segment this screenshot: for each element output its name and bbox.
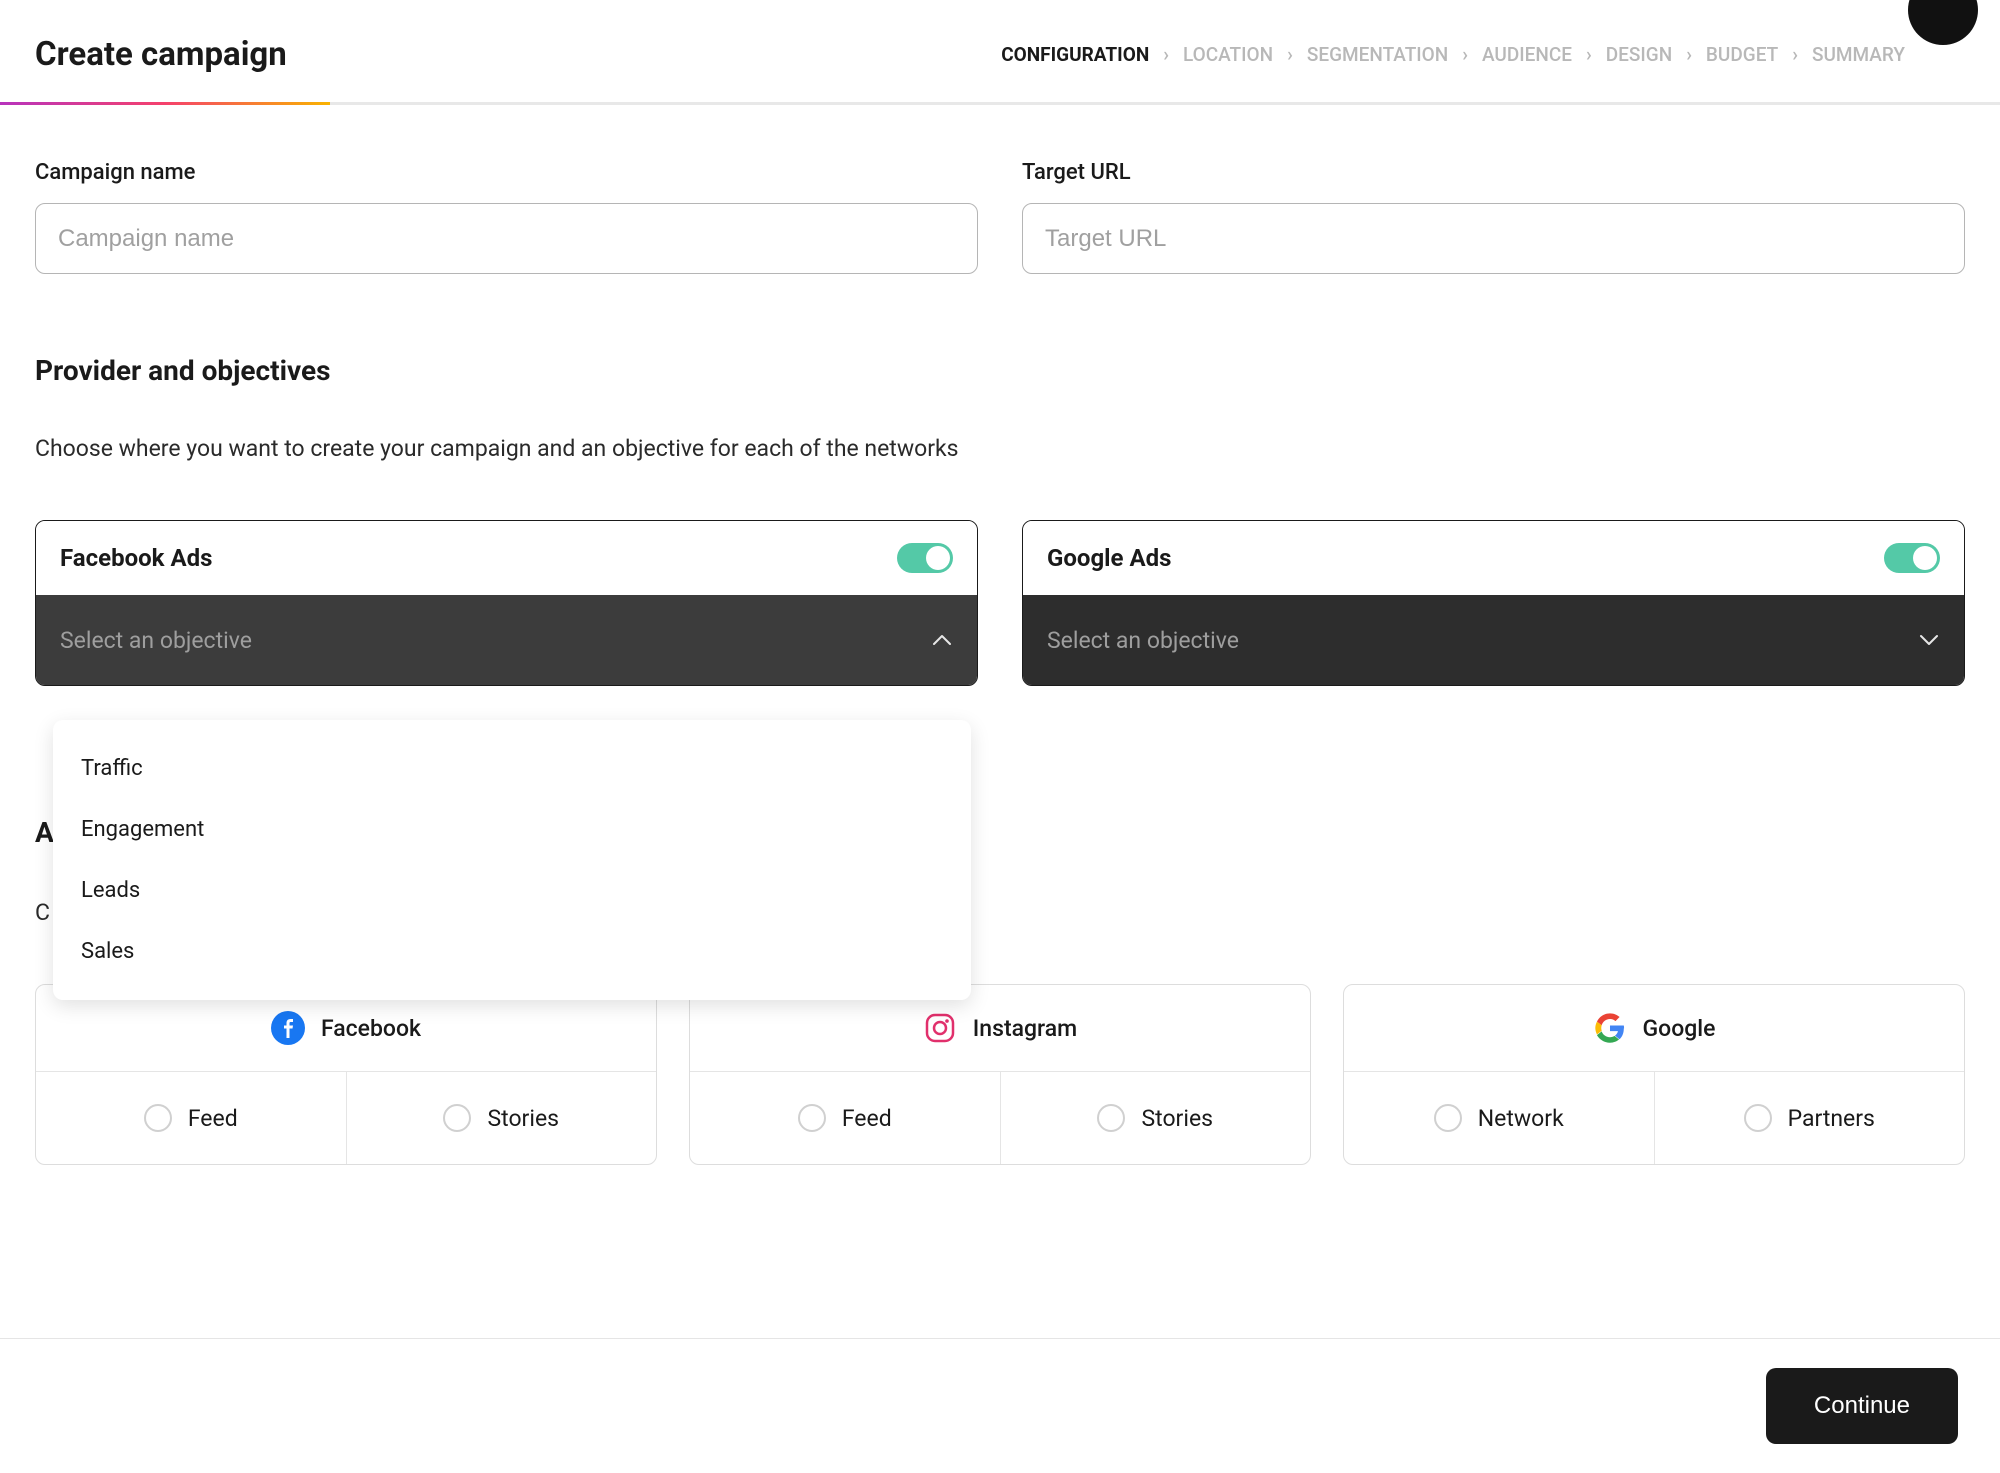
target-url-label: Target URL bbox=[1022, 160, 1965, 185]
chevron-right-icon: › bbox=[1163, 43, 1169, 66]
campaign-name-input[interactable] bbox=[35, 203, 978, 274]
format-option-label: Network bbox=[1478, 1105, 1564, 1132]
select-placeholder: Select an objective bbox=[1047, 627, 1239, 654]
format-facebook-card: Facebook Feed Stories bbox=[35, 984, 657, 1165]
select-placeholder: Select an objective bbox=[60, 627, 252, 654]
chevron-down-icon bbox=[1918, 629, 1940, 651]
provider-facebook-head: Facebook Ads bbox=[36, 521, 977, 595]
breadcrumb-step-segmentation[interactable]: SEGMENTATION bbox=[1307, 43, 1448, 66]
provider-facebook-name: Facebook Ads bbox=[60, 544, 212, 572]
format-facebook-feed[interactable]: Feed bbox=[36, 1072, 347, 1164]
footer: Continue bbox=[0, 1338, 2000, 1473]
provider-section-title: Provider and objectives bbox=[35, 354, 1965, 387]
objective-option-leads[interactable]: Leads bbox=[53, 860, 971, 921]
chevron-right-icon: › bbox=[1792, 43, 1798, 66]
chevron-right-icon: › bbox=[1287, 43, 1293, 66]
chevron-up-icon bbox=[931, 629, 953, 651]
format-option-label: Stories bbox=[487, 1105, 559, 1132]
format-google-head: Google bbox=[1344, 985, 1964, 1072]
provider-facebook-toggle[interactable] bbox=[897, 543, 953, 573]
target-url-input[interactable] bbox=[1022, 203, 1965, 274]
format-instagram-stories[interactable]: Stories bbox=[1001, 1072, 1311, 1164]
breadcrumb-step-design[interactable]: DESIGN bbox=[1606, 43, 1672, 66]
campaign-name-label: Campaign name bbox=[35, 160, 978, 185]
progress-fill bbox=[0, 102, 330, 105]
format-instagram-label: Instagram bbox=[973, 1015, 1077, 1042]
format-google-network[interactable]: Network bbox=[1344, 1072, 1655, 1164]
format-facebook-label: Facebook bbox=[321, 1015, 421, 1042]
objective-option-engagement[interactable]: Engagement bbox=[53, 799, 971, 860]
format-instagram-card: Instagram Feed Stories bbox=[689, 984, 1311, 1165]
radio-icon bbox=[1434, 1104, 1462, 1132]
format-instagram-feed[interactable]: Feed bbox=[690, 1072, 1001, 1164]
page-title: Create campaign bbox=[35, 35, 287, 74]
format-option-label: Stories bbox=[1141, 1105, 1213, 1132]
format-google-card: Google Network Partners bbox=[1343, 984, 1965, 1165]
formats-row: Facebook Feed Stories Instagram bbox=[35, 984, 1965, 1165]
radio-icon bbox=[144, 1104, 172, 1132]
breadcrumb-step-summary[interactable]: SUMMARY bbox=[1812, 43, 1905, 66]
toggle-knob bbox=[1913, 546, 1937, 570]
format-google-label: Google bbox=[1643, 1015, 1716, 1042]
chevron-right-icon: › bbox=[1686, 43, 1692, 66]
instagram-icon bbox=[923, 1011, 957, 1045]
provider-google-toggle[interactable] bbox=[1884, 543, 1940, 573]
breadcrumb-step-budget[interactable]: BUDGET bbox=[1706, 43, 1778, 66]
provider-facebook-objective-select[interactable]: Select an objective bbox=[36, 595, 977, 685]
objective-dropdown: Traffic Engagement Leads Sales bbox=[53, 720, 971, 1000]
chevron-right-icon: › bbox=[1462, 43, 1468, 66]
continue-button[interactable]: Continue bbox=[1766, 1368, 1958, 1444]
provider-google-objective-select[interactable]: Select an objective bbox=[1023, 595, 1964, 685]
breadcrumb: CONFIGURATION › LOCATION › SEGMENTATION … bbox=[1001, 43, 1905, 66]
provider-section-subtitle: Choose where you want to create your cam… bbox=[35, 435, 1965, 462]
radio-icon bbox=[443, 1104, 471, 1132]
provider-google-name: Google Ads bbox=[1047, 544, 1171, 572]
provider-google-head: Google Ads bbox=[1023, 521, 1964, 595]
objective-option-traffic[interactable]: Traffic bbox=[53, 738, 971, 799]
radio-icon bbox=[1097, 1104, 1125, 1132]
campaign-name-field: Campaign name bbox=[35, 160, 978, 274]
radio-icon bbox=[798, 1104, 826, 1132]
breadcrumb-step-location[interactable]: LOCATION bbox=[1183, 43, 1273, 66]
format-option-label: Partners bbox=[1788, 1105, 1875, 1132]
facebook-icon bbox=[271, 1011, 305, 1045]
chevron-right-icon: › bbox=[1586, 43, 1592, 66]
objective-option-sales[interactable]: Sales bbox=[53, 921, 971, 982]
provider-facebook-card: Facebook Ads Select an objective bbox=[35, 520, 978, 686]
radio-icon bbox=[1744, 1104, 1772, 1132]
format-option-label: Feed bbox=[842, 1105, 892, 1132]
breadcrumb-step-configuration[interactable]: CONFIGURATION bbox=[1001, 43, 1149, 66]
format-facebook-stories[interactable]: Stories bbox=[347, 1072, 657, 1164]
breadcrumb-step-audience[interactable]: AUDIENCE bbox=[1482, 43, 1572, 66]
progress-bar bbox=[0, 102, 2000, 105]
google-icon bbox=[1593, 1011, 1627, 1045]
format-option-label: Feed bbox=[188, 1105, 238, 1132]
target-url-field: Target URL bbox=[1022, 160, 1965, 274]
toggle-knob bbox=[926, 546, 950, 570]
format-google-partners[interactable]: Partners bbox=[1655, 1072, 1965, 1164]
page-header: Create campaign CONFIGURATION › LOCATION… bbox=[0, 0, 2000, 102]
providers-row: Facebook Ads Select an objective Google … bbox=[35, 520, 1965, 686]
provider-google-card: Google Ads Select an objective bbox=[1022, 520, 1965, 686]
